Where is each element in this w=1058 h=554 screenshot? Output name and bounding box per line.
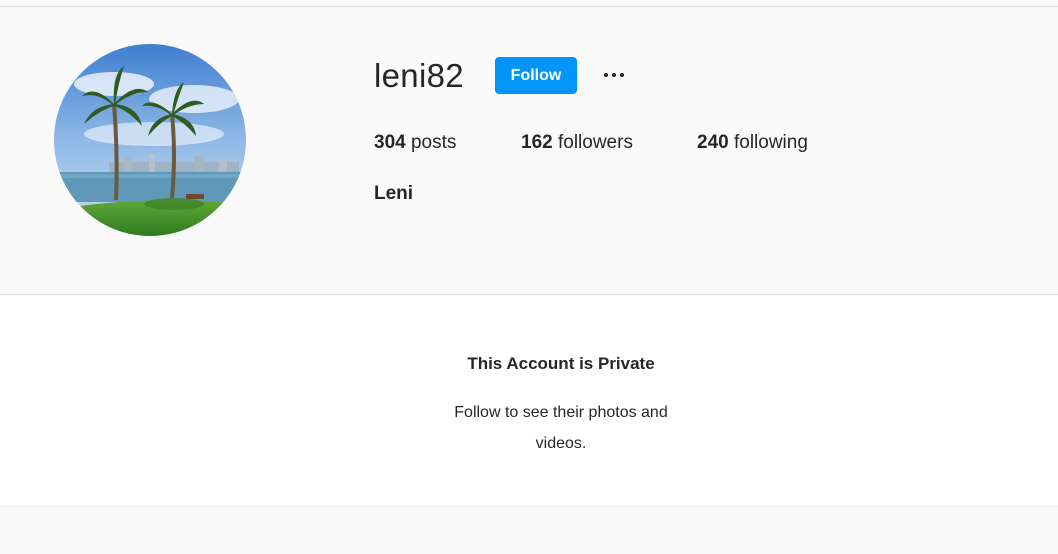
followers-number: 162 — [521, 132, 553, 153]
followers-count[interactable]: 162 followers — [521, 130, 633, 156]
posts-count: 304 posts — [374, 130, 456, 156]
palm-trees-beach-avatar-icon — [54, 44, 246, 236]
private-account-message: Follow to see their photos and videos. — [454, 404, 668, 452]
private-account-title: This Account is Private — [467, 354, 655, 373]
panel-divider — [0, 506, 1058, 507]
posts-number: 304 — [374, 132, 406, 153]
followers-label: followers — [557, 132, 633, 153]
following-label: following — [733, 132, 808, 153]
avatar[interactable] — [54, 44, 246, 236]
follow-button[interactable]: Follow — [495, 57, 577, 94]
following-count[interactable]: 240 following — [697, 130, 808, 156]
more-options-icon[interactable] — [597, 64, 631, 86]
full-name: Leni — [374, 183, 414, 204]
posts-label: posts — [410, 132, 457, 153]
following-number: 240 — [697, 132, 729, 153]
username: leni82 — [374, 57, 464, 94]
